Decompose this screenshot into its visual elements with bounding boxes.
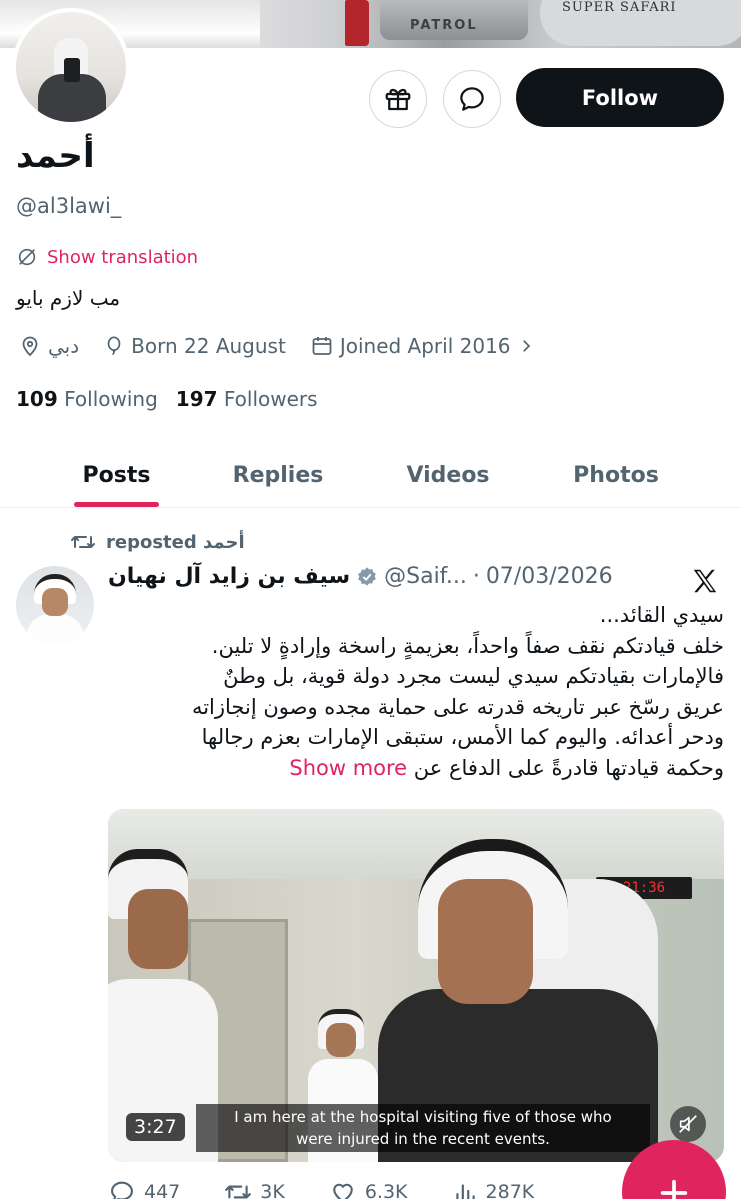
person-face xyxy=(326,1023,356,1057)
meta-joined-text: Joined April 2016 xyxy=(339,334,511,358)
tab-videos[interactable]: Videos xyxy=(390,442,506,508)
post-video[interactable]: 21:36 3:27 I am here at the hospital vis… xyxy=(108,809,724,1162)
x-logo-button[interactable] xyxy=(690,566,720,600)
location-icon xyxy=(22,336,38,357)
banner-plate-text: PATROL xyxy=(410,18,478,33)
repost-button[interactable]: 3K xyxy=(224,1178,285,1199)
calendar-icon xyxy=(312,337,332,355)
balloon-icon xyxy=(107,336,121,355)
profile-bio: مب لازم بايو xyxy=(16,286,121,310)
profile-name: أحمد xyxy=(16,136,95,176)
show-translation-label: Show translation xyxy=(47,246,199,268)
video-caption-line: I am here at the hospital visiting five … xyxy=(234,1108,612,1126)
mute-icon xyxy=(679,1115,697,1133)
meta-joined[interactable]: Joined April 2016 xyxy=(310,334,535,358)
show-translation-link[interactable]: Show translation xyxy=(16,246,198,268)
profile-meta: دبي Born 22 August Joined April 2016 xyxy=(18,334,559,358)
following-link[interactable]: 109 Following xyxy=(16,387,158,411)
views-icon xyxy=(455,1184,475,1199)
repost-icon xyxy=(71,536,95,548)
follow-button[interactable]: Follow xyxy=(516,68,724,127)
avatar-phone xyxy=(64,58,80,82)
profile-tabs: Posts Replies Videos Photos xyxy=(0,442,741,508)
video-caption-line: were injured in the recent events. xyxy=(296,1130,550,1148)
banner-tire-text: SUPER SAFARI xyxy=(562,0,677,15)
video-duration: 3:27 xyxy=(126,1113,185,1141)
show-more-link[interactable]: Show more xyxy=(289,756,407,780)
person-face xyxy=(438,879,533,1004)
post-text-line: سيدي القائد... xyxy=(599,603,724,627)
chevron-right-icon xyxy=(522,340,530,352)
followers-link[interactable]: 197 Followers xyxy=(176,387,318,411)
post-avatar-kandura xyxy=(26,614,84,644)
translate-icon xyxy=(18,248,36,266)
post-header: سيف بن زايد آل نهيان @Saif... · 07/03/20… xyxy=(108,564,628,589)
meta-birthday: Born 22 August xyxy=(103,334,286,358)
views-button[interactable]: 287K xyxy=(452,1178,535,1199)
profile-handle: @al3lawi_ xyxy=(16,194,122,218)
post-author-name[interactable]: سيف بن زايد آل نهيان xyxy=(108,564,350,589)
person-face xyxy=(128,889,188,969)
gift-button[interactable] xyxy=(369,70,427,128)
post-text-last-line: وحكمة قيادتها قادرةً على الدفاع عن Show … xyxy=(108,753,724,784)
avatar-image xyxy=(16,12,126,122)
like-button[interactable]: 6.3K xyxy=(329,1178,408,1199)
gift-icon xyxy=(385,88,411,111)
post-author-handle[interactable]: @Saif... xyxy=(384,564,467,589)
like-icon xyxy=(333,1183,353,1199)
active-tab-indicator xyxy=(74,502,159,507)
like-count: 6.3K xyxy=(364,1181,408,1199)
repost-label: reposted أحمد xyxy=(106,531,245,553)
post-actions: 447 3K 6.3K 287K xyxy=(108,1178,628,1199)
post-avatar-face xyxy=(42,588,68,616)
banner-plate: PATROL xyxy=(380,0,528,40)
plus-icon xyxy=(660,1179,688,1199)
meta-location-text: دبي xyxy=(48,334,80,358)
reply-icon xyxy=(111,1181,133,1199)
mute-button[interactable] xyxy=(670,1106,706,1142)
repost-count: 3K xyxy=(260,1181,285,1199)
meta-birthday-text: Born 22 August xyxy=(131,334,286,358)
video-caption: I am here at the hospital visiting five … xyxy=(196,1104,650,1152)
reply-button[interactable]: 447 xyxy=(108,1178,180,1199)
message-icon xyxy=(460,87,484,111)
repost-icon xyxy=(225,1185,252,1199)
reply-count: 447 xyxy=(144,1181,181,1199)
post-text-line: عريق رسّخ عبر تاريخه قدرته على حماية مجد… xyxy=(191,694,724,719)
tab-replies[interactable]: Replies xyxy=(218,442,338,508)
followers-label: Followers xyxy=(223,387,318,411)
tab-photos[interactable]: Photos xyxy=(560,442,672,508)
post-text-line: وحكمة قيادتها قادرةً على الدفاع عن xyxy=(413,755,724,780)
tab-posts[interactable]: Posts xyxy=(60,442,173,508)
post-separator: · xyxy=(472,564,480,589)
post-text-line: ودحر أعدائه. واليوم كما الأمس، ستبقى الإ… xyxy=(201,725,724,749)
message-button[interactable] xyxy=(443,70,501,128)
meta-location: دبي xyxy=(18,334,79,358)
post-text: سيدي القائد... خلف قيادتكم نقف صفاً واحد… xyxy=(108,600,724,783)
banner-spare-tire: SUPER SAFARI xyxy=(540,0,741,46)
x-logo-icon xyxy=(693,569,717,593)
followers-count: 197 xyxy=(175,387,218,411)
following-count: 109 xyxy=(16,387,58,411)
profile-stats: 109 Following 197 Followers xyxy=(16,387,318,411)
post-text-line: خلف قيادتكم نقف صفاً واحداً، بعزيمةٍ راس… xyxy=(211,633,724,658)
post-date[interactable]: 07/03/2026 xyxy=(486,564,613,589)
post-author-avatar[interactable] xyxy=(16,566,94,644)
profile-avatar[interactable] xyxy=(12,8,130,126)
verified-icon xyxy=(358,566,376,586)
banner-taillight xyxy=(345,0,369,46)
repost-indicator[interactable]: reposted أحمد xyxy=(70,531,245,553)
following-label: Following xyxy=(64,387,158,411)
post-text-line: فالإمارات بقيادتكم سيدي ليست مجرد دولة ق… xyxy=(223,664,724,688)
views-count: 287K xyxy=(485,1181,535,1199)
